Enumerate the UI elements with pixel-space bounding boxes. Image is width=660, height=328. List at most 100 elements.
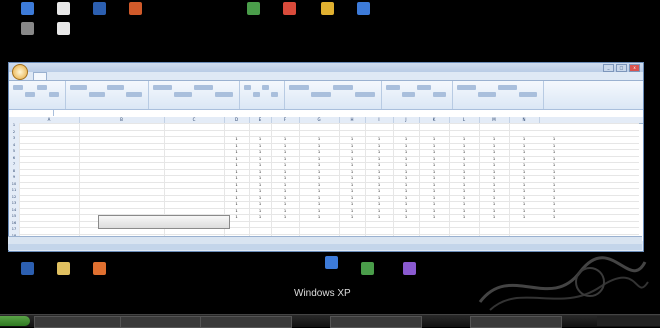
data-cell[interactable]: 1 bbox=[365, 183, 393, 188]
data-cell[interactable]: 1 bbox=[393, 150, 419, 155]
data-cell[interactable]: 1 bbox=[509, 157, 539, 162]
ribbon-tool-icon[interactable] bbox=[498, 85, 517, 90]
desktop-icon[interactable] bbox=[350, 262, 384, 277]
data-cell[interactable]: 1 bbox=[339, 202, 365, 207]
data-cell[interactable]: 1 bbox=[419, 215, 449, 220]
ribbon-tool-icon[interactable] bbox=[355, 92, 375, 97]
data-cell[interactable]: 1 bbox=[299, 144, 339, 149]
data-cell[interactable]: 1 bbox=[299, 196, 339, 201]
row-header[interactable]: 2 bbox=[9, 130, 19, 134]
data-cell[interactable]: 1 bbox=[224, 196, 249, 201]
data-cell[interactable]: 1 bbox=[249, 215, 271, 220]
data-cell[interactable]: 1 bbox=[393, 157, 419, 162]
ribbon-tool-icon[interactable] bbox=[457, 85, 476, 90]
ribbon-tool-icon[interactable] bbox=[417, 85, 431, 90]
sheet-button[interactable] bbox=[98, 215, 230, 229]
data-cell[interactable]: 1 bbox=[249, 209, 271, 214]
data-cell[interactable]: 1 bbox=[419, 196, 449, 201]
data-cell[interactable]: 1 bbox=[339, 176, 365, 181]
data-cell[interactable]: 1 bbox=[393, 189, 419, 194]
ribbon-tool-icon[interactable] bbox=[271, 92, 278, 97]
data-cell[interactable]: 1 bbox=[509, 150, 539, 155]
data-cell[interactable]: 1 bbox=[249, 137, 271, 142]
data-cell[interactable]: 1 bbox=[509, 202, 539, 207]
maximize-button[interactable]: □ bbox=[616, 64, 627, 72]
data-cell[interactable]: 1 bbox=[539, 163, 569, 168]
data-cell[interactable]: 1 bbox=[224, 170, 249, 175]
data-cell[interactable]: 1 bbox=[539, 202, 569, 207]
data-cell[interactable]: 1 bbox=[339, 189, 365, 194]
desktop-icon[interactable] bbox=[314, 256, 348, 271]
data-cell[interactable]: 1 bbox=[249, 202, 271, 207]
data-cell[interactable]: 1 bbox=[299, 176, 339, 181]
data-cell[interactable]: 1 bbox=[339, 144, 365, 149]
data-cell[interactable]: 1 bbox=[393, 196, 419, 201]
data-cell[interactable]: 1 bbox=[479, 163, 509, 168]
data-cell[interactable]: 1 bbox=[509, 137, 539, 142]
data-cell[interactable]: 1 bbox=[449, 170, 479, 175]
start-button[interactable] bbox=[0, 316, 30, 326]
data-cell[interactable]: 1 bbox=[539, 150, 569, 155]
data-cell[interactable]: 1 bbox=[509, 215, 539, 220]
data-cell[interactable]: 1 bbox=[509, 196, 539, 201]
desktop-icon[interactable] bbox=[82, 2, 116, 17]
desktop-icon[interactable] bbox=[10, 2, 44, 17]
row-header[interactable]: 8 bbox=[9, 169, 19, 173]
data-cell[interactable]: 1 bbox=[271, 157, 299, 162]
row-header[interactable]: 4 bbox=[9, 143, 19, 147]
desktop-icon[interactable] bbox=[310, 2, 344, 17]
ribbon-tab[interactable] bbox=[91, 72, 103, 80]
data-cell[interactable]: 1 bbox=[419, 137, 449, 142]
data-cell[interactable]: 1 bbox=[249, 163, 271, 168]
row-header[interactable]: 15 bbox=[9, 214, 19, 218]
data-cell[interactable]: 1 bbox=[249, 189, 271, 194]
data-cell[interactable]: 1 bbox=[339, 196, 365, 201]
ribbon-tool-icon[interactable] bbox=[49, 92, 59, 97]
ribbon-tab[interactable] bbox=[133, 72, 145, 80]
data-cell[interactable]: 1 bbox=[365, 137, 393, 142]
data-cell[interactable]: 1 bbox=[479, 183, 509, 188]
data-cell[interactable]: 1 bbox=[539, 209, 569, 214]
ribbon-tab[interactable] bbox=[119, 72, 131, 80]
data-cell[interactable]: 1 bbox=[339, 157, 365, 162]
ribbon-tool-icon[interactable] bbox=[333, 85, 353, 90]
data-cell[interactable]: 1 bbox=[365, 196, 393, 201]
data-cell[interactable]: 1 bbox=[339, 209, 365, 214]
data-cell[interactable]: 1 bbox=[393, 144, 419, 149]
data-cell[interactable]: 1 bbox=[449, 183, 479, 188]
data-cell[interactable]: 1 bbox=[249, 176, 271, 181]
data-cell[interactable]: 1 bbox=[365, 157, 393, 162]
desktop-icon[interactable] bbox=[118, 2, 152, 17]
data-cell[interactable]: 1 bbox=[299, 189, 339, 194]
data-cell[interactable]: 1 bbox=[299, 215, 339, 220]
data-cell[interactable]: 1 bbox=[419, 209, 449, 214]
window-title-bar[interactable]: _ □ x bbox=[9, 63, 643, 80]
data-cell[interactable]: 1 bbox=[393, 176, 419, 181]
desktop-icon[interactable] bbox=[272, 2, 306, 17]
desktop-icon[interactable] bbox=[392, 262, 426, 277]
row-header[interactable]: 11 bbox=[9, 188, 19, 192]
ribbon-tab[interactable] bbox=[77, 72, 89, 80]
data-cell[interactable]: 1 bbox=[339, 163, 365, 168]
data-cell[interactable]: 1 bbox=[393, 170, 419, 175]
ribbon-tool-icon[interactable] bbox=[107, 85, 124, 90]
data-cell[interactable]: 1 bbox=[249, 183, 271, 188]
data-cell[interactable]: 1 bbox=[419, 202, 449, 207]
office-button[interactable] bbox=[12, 64, 28, 80]
data-cell[interactable]: 1 bbox=[339, 183, 365, 188]
data-cell[interactable]: 1 bbox=[393, 163, 419, 168]
data-cell[interactable]: 1 bbox=[271, 209, 299, 214]
data-cell[interactable]: 1 bbox=[224, 137, 249, 142]
row-header[interactable]: 10 bbox=[9, 182, 19, 186]
ribbon-tab[interactable] bbox=[49, 72, 61, 80]
data-cell[interactable]: 1 bbox=[449, 209, 479, 214]
data-cell[interactable]: 1 bbox=[365, 189, 393, 194]
ribbon-tool-icon[interactable] bbox=[518, 92, 537, 97]
ribbon-tool-icon[interactable] bbox=[432, 92, 446, 97]
data-cell[interactable]: 1 bbox=[365, 202, 393, 207]
data-cell[interactable]: 1 bbox=[365, 144, 393, 149]
ribbon-tool-icon[interactable] bbox=[386, 85, 400, 90]
data-cell[interactable]: 1 bbox=[419, 170, 449, 175]
data-cell[interactable]: 1 bbox=[449, 157, 479, 162]
data-cell[interactable]: 1 bbox=[539, 215, 569, 220]
